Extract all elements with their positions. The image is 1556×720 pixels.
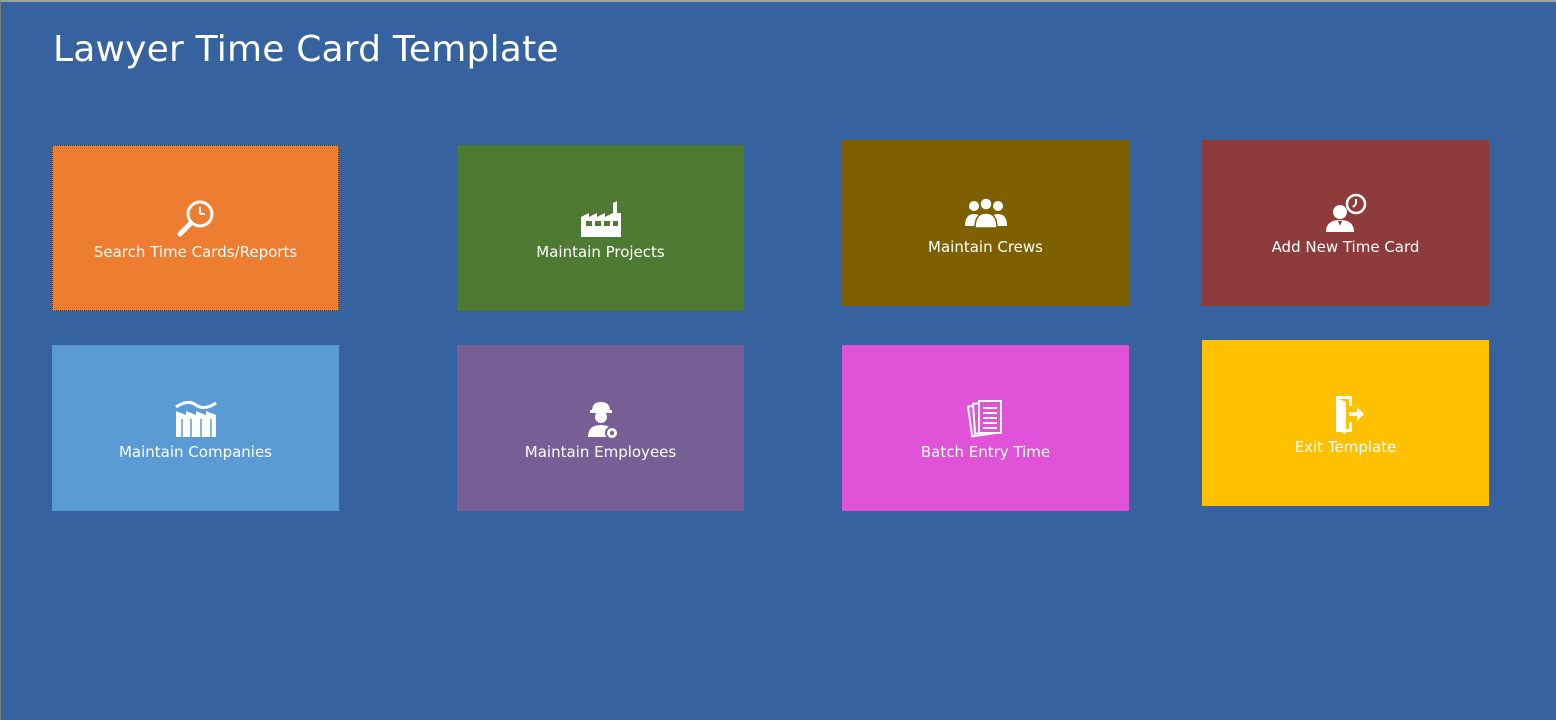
batch-entry-time-button[interactable]: Batch Entry Time [842,345,1129,511]
magnifier-clock-icon [177,200,213,237]
exit-template-button[interactable]: Exit Template [1202,340,1489,506]
exit-door-icon [1335,396,1364,434]
maintain-crews-label: Maintain Crews [928,238,1043,256]
maintain-employees-label: Maintain Employees [524,443,677,461]
stacked-documents-icon [966,400,1002,438]
batch-entry-time-label: Batch Entry Time [920,443,1051,461]
page-title: Lawyer Time Card Template [53,29,559,70]
add-new-time-card-button[interactable]: Add New Time Card [1202,140,1489,306]
maintain-companies-button[interactable]: Maintain Companies [52,345,339,511]
maintain-projects-button[interactable]: Maintain Projects [457,145,744,311]
maintain-companies-label: Maintain Companies [118,443,273,461]
maintain-projects-label: Maintain Projects [536,243,665,261]
search-time-cards-label: Search Time Cards/Reports [93,243,298,261]
maintain-employees-button[interactable]: Maintain Employees [457,345,744,511]
maintain-crews-button[interactable]: Maintain Crews [842,140,1129,306]
company-buildings-icon [174,400,217,437]
add-new-time-card-label: Add New Time Card [1271,238,1420,256]
person-clock-icon [1325,193,1366,232]
worker-gear-icon [587,402,619,440]
search-time-cards-button[interactable]: Search Time Cards/Reports [52,145,339,311]
factory-icon [580,201,621,237]
people-group-icon [964,197,1007,229]
exit-template-label: Exit Template [1294,438,1397,456]
